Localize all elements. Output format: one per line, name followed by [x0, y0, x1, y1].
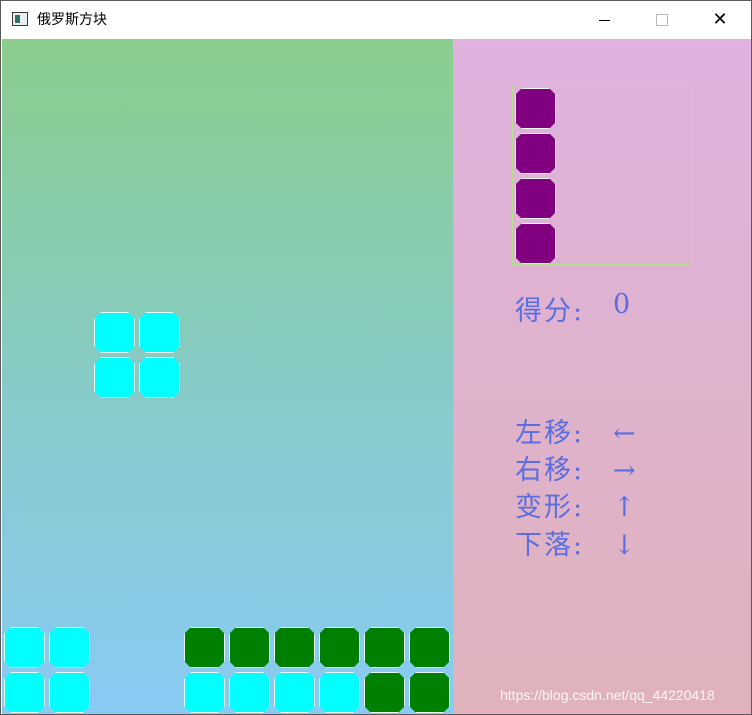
locked-cell — [184, 672, 225, 713]
locked-cell — [409, 627, 450, 668]
game-board[interactable] — [2, 39, 453, 714]
help-action: 变形: — [515, 492, 585, 523]
locked-cell — [49, 672, 90, 713]
next-piece-cell — [515, 178, 556, 219]
help-move-right: 右移: → — [515, 452, 636, 490]
locked-cell — [4, 627, 45, 668]
app-icon — [12, 12, 28, 26]
minimize-button[interactable] — [581, 1, 627, 39]
close-button[interactable]: ✕ — [697, 1, 743, 39]
arrow-up-icon: ↑ — [613, 492, 638, 523]
next-piece-cell — [515, 133, 556, 174]
close-icon: ✕ — [712, 9, 728, 30]
side-panel: 得分: 0 左移: ← 右移: → 变形: ↑ 下落: ↓ — [453, 39, 751, 714]
score-label: 得分: — [515, 296, 585, 327]
score-value: 0 — [613, 289, 631, 320]
locked-cell — [229, 672, 270, 713]
window-title: 俄罗斯方块 — [37, 12, 107, 28]
help-move-left: 左移: ← — [515, 415, 636, 453]
next-piece-cell — [515, 88, 556, 129]
falling-piece-cell — [139, 312, 180, 353]
next-piece-cell — [515, 223, 556, 264]
falling-piece-cell — [94, 312, 135, 353]
maximize-button[interactable] — [639, 1, 685, 39]
locked-cell — [229, 627, 270, 668]
next-piece-preview — [512, 85, 692, 265]
locked-cell — [274, 627, 315, 668]
locked-cell — [274, 672, 315, 713]
locked-cell — [319, 627, 360, 668]
locked-cell — [4, 672, 45, 713]
falling-piece-cell — [139, 357, 180, 398]
locked-cell — [409, 672, 450, 713]
help-action: 左移: — [515, 418, 585, 449]
maximize-icon — [656, 14, 668, 26]
locked-cell — [184, 627, 225, 668]
locked-cell — [319, 672, 360, 713]
game-window: 俄罗斯方块 ✕ 得分: 0 左移: ← 右移: → 变形: ↑ 下落: ↓ ht… — [0, 0, 752, 715]
help-rotate: 变形: ↑ — [515, 489, 636, 527]
minimize-icon — [598, 19, 610, 21]
locked-cell — [49, 627, 90, 668]
arrow-right-icon: → — [613, 455, 638, 486]
title-bar[interactable]: 俄罗斯方块 ✕ — [1, 1, 751, 39]
arrow-left-icon: ← — [613, 418, 638, 449]
locked-cell — [364, 672, 405, 713]
arrow-down-icon: ↓ — [613, 530, 638, 561]
watermark: https://blog.csdn.net/qq_44220418 — [500, 687, 715, 703]
help-drop: 下落: ↓ — [515, 527, 636, 565]
falling-piece-cell — [94, 357, 135, 398]
locked-cell — [364, 627, 405, 668]
help-action: 右移: — [515, 455, 585, 486]
help-action: 下落: — [515, 530, 585, 561]
